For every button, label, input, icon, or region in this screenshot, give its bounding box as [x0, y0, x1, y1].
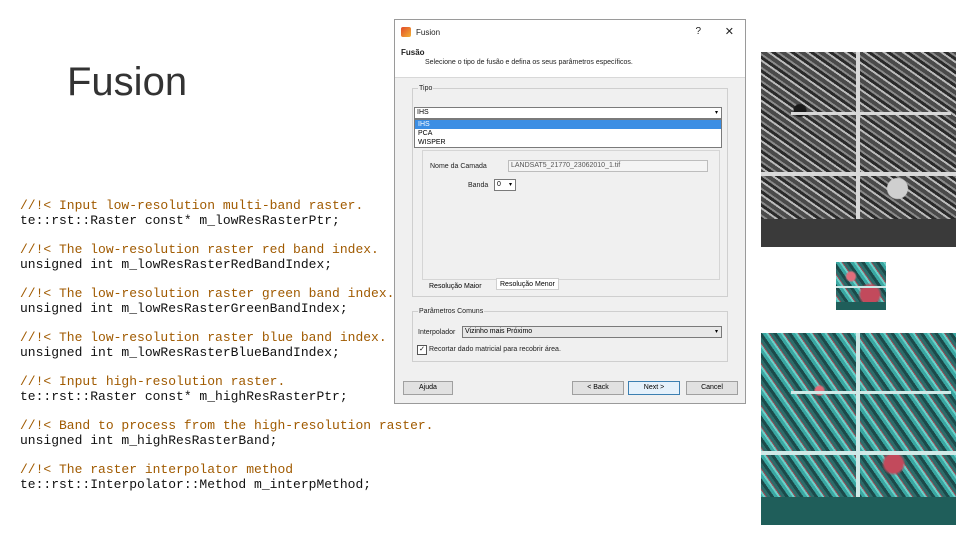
code-declaration: te::rst::Raster const* m_highResRasterPt… — [20, 389, 348, 404]
code-comment: //!< The low-resolution raster green ban… — [20, 286, 395, 301]
code-block: //!< The low-resolution raster red band … — [20, 242, 440, 272]
interpolador-select-value: Vizinho mais Próximo — [465, 328, 533, 335]
banda-select[interactable]: 0 ▾ — [494, 179, 516, 191]
tipo-select[interactable]: IHS ▾ — [414, 107, 722, 119]
code-comment: //!< Band to process from the high-resol… — [20, 418, 434, 433]
code-block: //!< Input high-resolution raster. te::rs… — [20, 374, 440, 404]
code-block: //!< Band to process from the high-resol… — [20, 418, 440, 448]
code-declaration: unsigned int m_lowResRasterBlueBandIndex… — [20, 345, 340, 360]
help-button[interactable]: Ajuda — [403, 381, 453, 395]
code-comment: //!< The raster interpolator method — [20, 462, 294, 477]
code-comment: //!< Input low-resolution multi-band ras… — [20, 198, 364, 213]
high-resolution-raster-image — [761, 52, 956, 247]
code-declaration: te::rst::Raster const* m_lowResRasterPtr… — [20, 213, 340, 228]
code-block: //!< Input low-resolution multi-band ras… — [20, 198, 440, 228]
tipo-dropdown-list: IHS PCA WISPER — [414, 119, 722, 148]
code-declaration: unsigned int m_lowResRasterGreenBandInde… — [20, 301, 348, 316]
interpolador-label: Interpolador — [418, 329, 456, 336]
code-comment: //!< The low-resolution raster blue band… — [20, 330, 387, 345]
wizard-subtitle: Selecione o tipo de fusão e defina os se… — [425, 59, 633, 66]
tipo-option-pca[interactable]: PCA — [415, 129, 721, 138]
code-block: //!< The raster interpolator method te::r… — [20, 462, 440, 492]
title-bar[interactable]: Fusion ? ✕ — [395, 20, 745, 44]
tab-resolucao-maior[interactable]: Resolução Maior — [426, 281, 485, 293]
help-icon[interactable]: ? — [695, 26, 701, 37]
wizard-title: Fusão — [401, 48, 425, 57]
code-comment: //!< The low-resolution raster red band … — [20, 242, 379, 257]
code-declaration: unsigned int m_lowResRasterRedBandIndex; — [20, 257, 333, 272]
parametros-group-label: Parâmetros Comuns — [419, 308, 484, 315]
back-button[interactable]: < Back — [572, 381, 624, 395]
tipo-option-wisper[interactable]: WISPER — [415, 138, 721, 147]
banda-select-value: 0 — [497, 181, 501, 188]
chevron-down-icon: ▾ — [714, 329, 718, 335]
recortar-label: Recortar dado matricial para recobrir ár… — [429, 346, 561, 353]
cancel-button[interactable]: Cancel — [686, 381, 738, 395]
code-block: //!< The low-resolution raster blue band… — [20, 330, 440, 360]
code-block: //!< The low-resolution raster green ban… — [20, 286, 440, 316]
tipo-select-value: IHS — [417, 109, 429, 116]
tab-resolucao-menor[interactable]: Resolução Menor — [496, 278, 559, 290]
low-resolution-raster-image — [836, 262, 886, 310]
recortar-checkbox[interactable]: ✓ — [417, 345, 427, 355]
code-declaration: unsigned int m_highResRasterBand; — [20, 433, 278, 448]
slide-title: Fusion — [67, 60, 188, 104]
window-title: Fusion — [416, 27, 441, 37]
tipo-option-ihs[interactable]: IHS — [415, 120, 721, 129]
fused-raster-image — [761, 333, 956, 525]
interpolador-select[interactable]: Vizinho mais Próximo ▾ — [462, 326, 722, 338]
banda-label: Banda — [468, 182, 489, 189]
next-button[interactable]: Next > — [628, 381, 680, 395]
close-icon[interactable]: ✕ — [725, 25, 734, 38]
app-icon — [401, 27, 411, 37]
tipo-group-label: Tipo — [419, 85, 433, 92]
chevron-down-icon: ▾ — [714, 110, 718, 116]
nome-camada-label: Nome da Camada — [430, 163, 487, 170]
code-comment: //!< Input high-resolution raster. — [20, 374, 286, 389]
nome-camada-field[interactable]: LANDSAT5_21770_23062010_1.tif — [508, 160, 708, 172]
chevron-down-icon: ▾ — [508, 182, 512, 188]
wizard-header: Fusão Selecione o tipo de fusão e defina… — [395, 44, 745, 78]
code-declaration: te::rst::Interpolator::Method m_interpMe… — [20, 477, 372, 492]
code-listing: //!< Input low-resolution multi-band ras… — [20, 198, 440, 506]
